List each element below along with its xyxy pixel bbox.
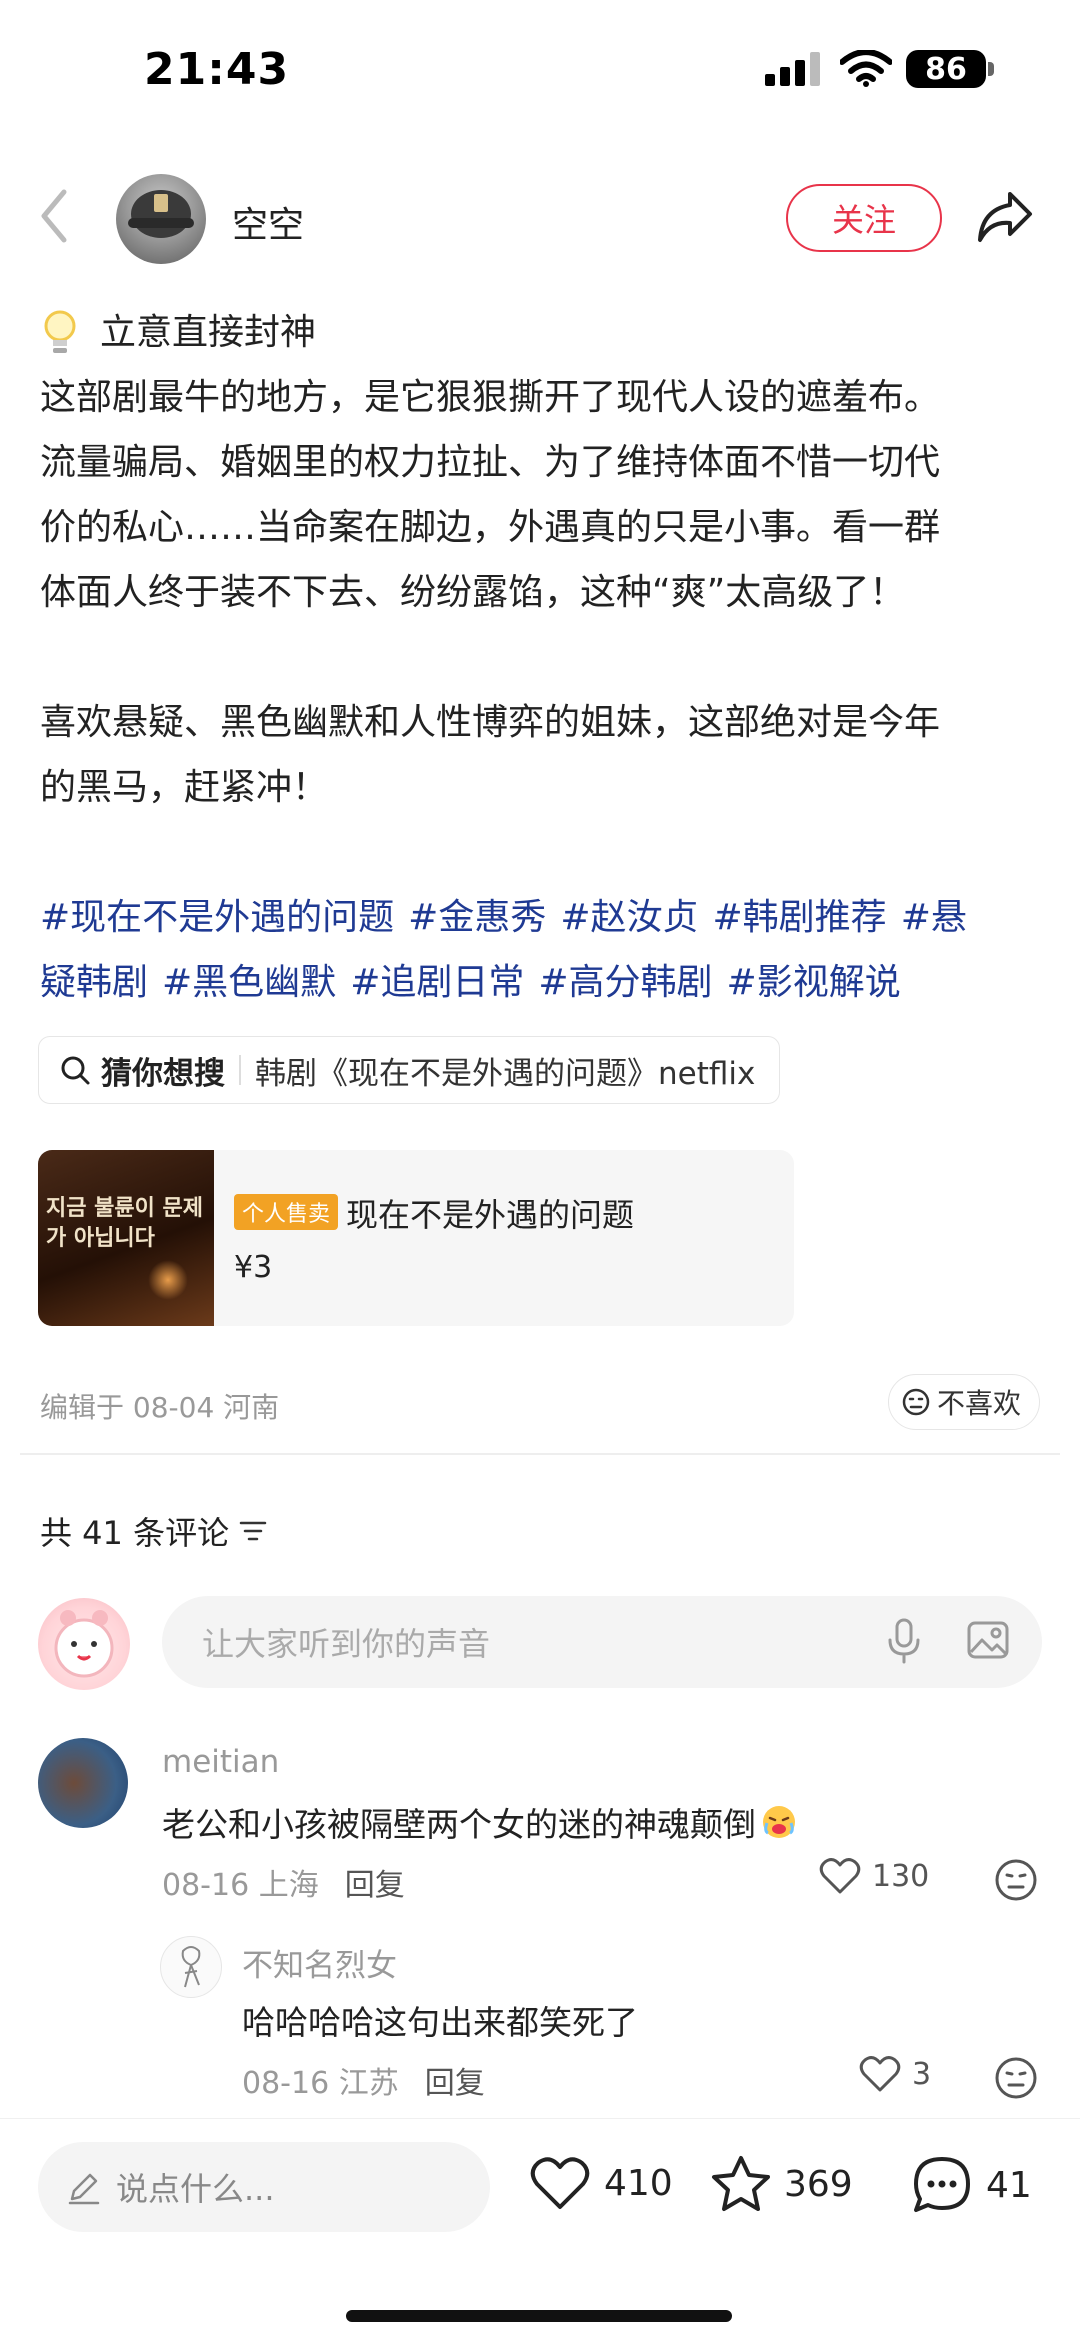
commenter-name[interactable]: 不知名烈女 <box>242 1940 397 1985</box>
comment-count-header[interactable]: 共 41 条评论 <box>40 1508 267 1554</box>
hashtag-line: #现在不是外遇的问题 #金惠秀 #赵汝贞 #韩剧推荐 #悬 <box>40 885 1050 950</box>
post-line: 的黑马，赶紧冲！ <box>40 767 329 808</box>
heart-icon <box>819 1858 861 1894</box>
heart-icon <box>530 2157 590 2209</box>
post-line: 价的私心……当命案在脚边，外遇真的只是小事。看一群 <box>40 507 941 548</box>
search-icon <box>61 1056 90 1085</box>
post-favorite-button[interactable]: 369 <box>710 2154 853 2214</box>
product-card[interactable]: 지금 불륜이 문제가 아닙니다 个人售卖 现在不是外遇的问题 ¥3 <box>38 1150 794 1326</box>
author-avatar[interactable] <box>116 174 206 264</box>
edited-info: 编辑于 08-04 河南 <box>40 1391 280 1424</box>
product-price: ¥3 <box>234 1250 273 1285</box>
cellular-signal-icon <box>765 52 820 86</box>
comment-text: 哈哈哈哈这句出来都笑死了 <box>242 2003 638 2042</box>
hashtag-link[interactable]: #影视解说 <box>727 962 901 1003</box>
post-like-count: 410 <box>604 2162 673 2204</box>
hashtag-link[interactable]: #韩剧推荐 <box>713 897 887 938</box>
avatar-cap-icon <box>128 190 194 238</box>
hashtag-link[interactable]: #赵汝贞 <box>560 897 698 938</box>
post-comment-count: 41 <box>986 2164 1032 2206</box>
heart-icon <box>859 2056 901 2092</box>
comment-meta: 08-16 江苏 回复 <box>242 2058 485 2102</box>
neutral-face-icon[interactable] <box>994 1858 1038 1902</box>
commenter-avatar[interactable] <box>160 1936 222 1998</box>
post-content: 立意直接封神 这部剧最牛的地方，是它狠狠撕开了现代人设的遮羞布。 流量骗局、婚姻… <box>40 300 1050 1015</box>
cartoon-avatar-icon <box>54 1610 114 1678</box>
commenter-avatar[interactable] <box>38 1738 128 1828</box>
image-picker-icon[interactable] <box>966 1618 1010 1662</box>
product-poster: 지금 불륜이 문제가 아닙니다 <box>38 1150 214 1326</box>
post-line: 体面人终于装不下去、纷纷露馅，这种“爽”太高级了！ <box>40 572 906 613</box>
lightbulb-icon <box>44 310 76 353</box>
poster-title: 지금 불륜이 문제가 아닙니다 <box>46 1196 203 1251</box>
post-favorite-count: 369 <box>784 2163 853 2205</box>
comment-date-location: 08-16 江苏 <box>242 2066 399 2101</box>
comment-date-location: 08-16 上海 <box>162 1868 319 1903</box>
hashtag-link[interactable]: #追剧日常 <box>350 962 524 1003</box>
section-divider <box>20 1453 1060 1455</box>
neutral-face-icon <box>902 1388 930 1416</box>
back-arrow-icon[interactable] <box>40 188 68 244</box>
post-title: 立意直接封神 <box>100 312 317 353</box>
battery-tip <box>988 62 994 76</box>
neutral-face-icon[interactable] <box>994 2056 1038 2100</box>
comment-like-button[interactable]: 3 <box>858 2054 931 2094</box>
comment-like-button[interactable]: 130 <box>818 1856 929 1896</box>
say-something-input[interactable]: 说点什么... <box>38 2142 490 2232</box>
chat-bubble-icon <box>914 2157 970 2212</box>
star-icon <box>712 2156 770 2211</box>
say-placeholder: 说点什么... <box>116 2170 275 2208</box>
hashtag-link[interactable]: #高分韩剧 <box>538 962 712 1003</box>
seller-badge: 个人售卖 <box>234 1194 339 1230</box>
author-name[interactable]: 空空 <box>232 196 304 248</box>
comment-text: 老公和小孩被隔壁两个女的迷的神魂颠倒 <box>162 1798 798 1846</box>
hashtag-line: 疑韩剧 #黑色幽默 #追剧日常 #高分韩剧 #影视解说 <box>40 950 1050 1015</box>
my-avatar <box>38 1598 130 1690</box>
poster-light <box>148 1260 188 1300</box>
guess-search-chip[interactable]: 猜你想搜 韩剧《现在不是外遇的问题》netflix <box>38 1036 781 1104</box>
hashtag-link[interactable]: 疑韩剧 <box>40 962 148 1003</box>
post-like-button[interactable]: 410 <box>528 2154 673 2212</box>
comment-like-count: 130 <box>872 1858 930 1894</box>
reply-button[interactable]: 回复 <box>425 2066 485 2101</box>
post-comment-button[interactable]: 41 <box>910 2154 1032 2216</box>
hashtag-link[interactable]: #悬 <box>901 897 967 938</box>
sort-icon <box>239 1521 267 1541</box>
follow-button[interactable]: 关注 <box>786 184 942 252</box>
guess-search-label: 猜你想搜 <box>101 1055 225 1092</box>
post-line: 喜欢悬疑、黑色幽默和人性博弈的姐妹，这部绝对是今年 <box>40 702 941 743</box>
comment-body: 老公和小孩被隔壁两个女的迷的神魂颠倒 <box>162 1805 756 1844</box>
microphone-icon[interactable] <box>886 1618 922 1666</box>
hashtag-link[interactable]: #黑色幽默 <box>162 962 336 1003</box>
post-line: 这部剧最牛的地方，是它狠狠撕开了现代人设的遮羞布。 <box>40 377 941 418</box>
pencil-icon <box>68 2173 100 2205</box>
comment-meta: 08-16 上海 回复 <box>162 1860 405 1904</box>
guess-search-query: 韩剧《现在不是外遇的问题》netflix <box>255 1055 756 1092</box>
dislike-button[interactable]: 不喜欢 <box>888 1374 1041 1430</box>
post-title-line: 立意直接封神 <box>40 300 1050 365</box>
comment-count-label: 共 41 条评论 <box>40 1514 230 1552</box>
divider <box>239 1055 241 1085</box>
status-time: 21:43 <box>144 44 290 95</box>
share-icon[interactable] <box>976 190 1034 244</box>
battery-indicator: 86 <box>906 50 986 88</box>
product-name: 现在不是外遇的问题 <box>346 1196 635 1234</box>
reply-button[interactable]: 回复 <box>345 1868 405 1903</box>
hashtag-link[interactable]: #金惠秀 <box>408 897 546 938</box>
dislike-label: 不喜欢 <box>937 1387 1022 1420</box>
wifi-icon <box>840 50 892 87</box>
home-indicator[interactable] <box>346 2310 732 2322</box>
hashtag-link[interactable]: #现在不是外遇的问题 <box>40 897 394 938</box>
commenter-name[interactable]: meitian <box>162 1744 279 1780</box>
sketch-avatar-icon <box>181 1946 201 1988</box>
crying-laughing-emoji-icon <box>763 1806 795 1838</box>
post-line: 流量骗局、婚姻里的权力拉扯、为了维持体面不惜一切代 <box>40 442 941 483</box>
comment-like-count: 3 <box>912 2056 932 2092</box>
